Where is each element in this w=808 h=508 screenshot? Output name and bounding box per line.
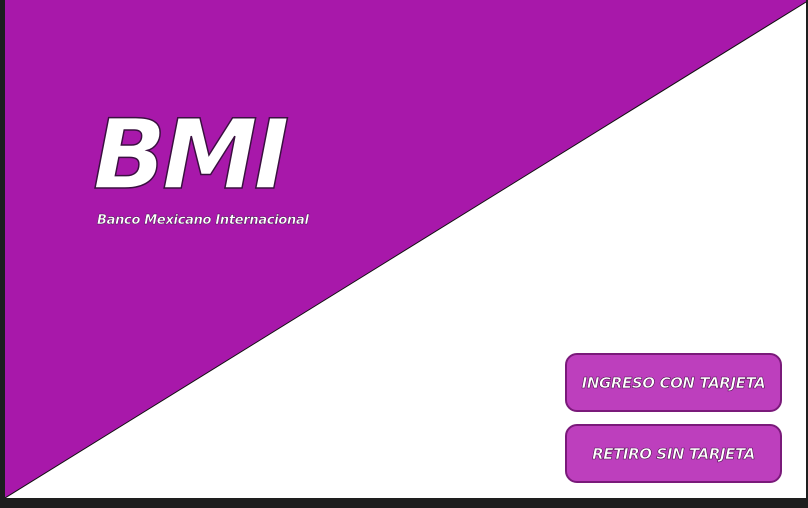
cardless-withdraw-button[interactable]: RETIRO SIN TARJETA: [565, 424, 782, 483]
cardless-withdraw-label: RETIRO SIN TARJETA: [592, 444, 756, 463]
bank-logo: BMI Banco Mexicano Internacional: [92, 99, 363, 240]
card-login-button[interactable]: INGRESO CON TARJETA: [565, 353, 782, 412]
atm-screen: BMI Banco Mexicano Internacional INGRESO…: [5, 0, 806, 498]
logo-subtitle: Banco Mexicano Internacional: [97, 213, 309, 228]
window-frame: BMI Banco Mexicano Internacional INGRESO…: [0, 0, 808, 508]
card-login-label: INGRESO CON TARJETA: [581, 373, 766, 392]
logo-title: BMI: [92, 99, 290, 211]
